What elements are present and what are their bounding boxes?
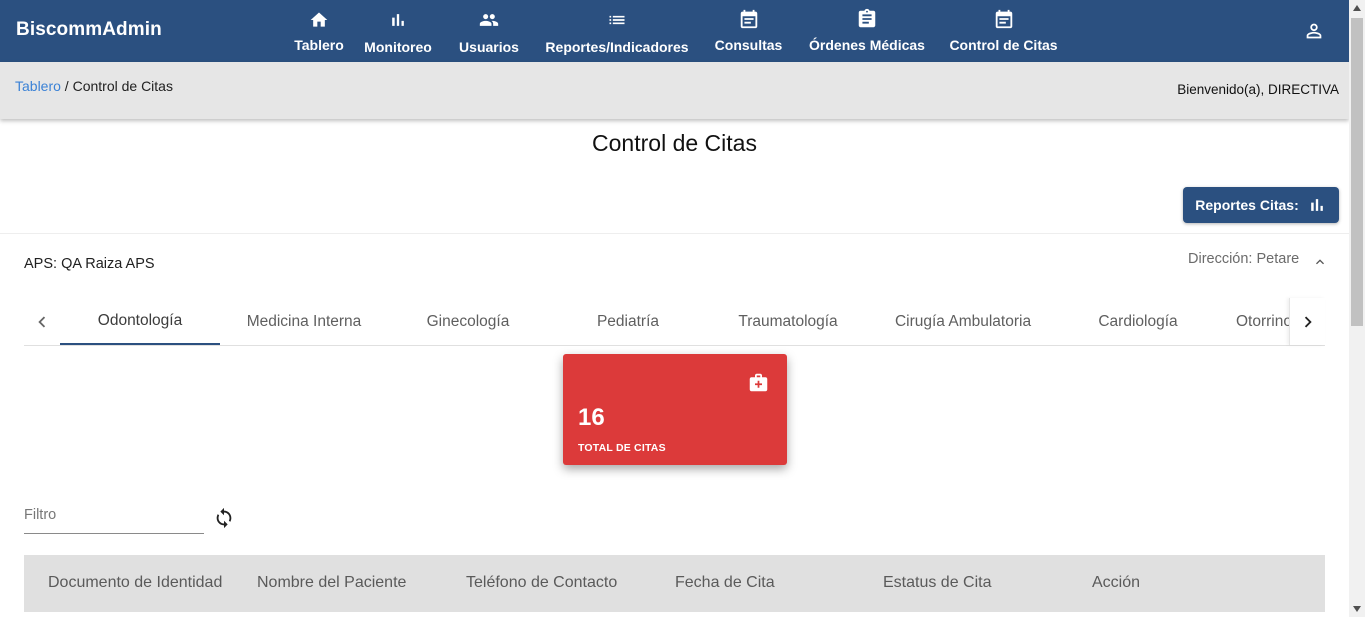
tabs-scroll-right-button[interactable] (1289, 298, 1325, 345)
tab-cardiologia[interactable]: Cardiología (1058, 298, 1218, 345)
calendar-icon (738, 0, 760, 30)
breadcrumb: Tablero / Control de Citas (15, 78, 173, 94)
calendar-icon (993, 0, 1015, 30)
tab-ginecologia[interactable]: Ginecología (388, 298, 548, 345)
section-divider (0, 233, 1349, 234)
bar-chart-icon (388, 0, 408, 30)
tab-medicina-interna[interactable]: Medicina Interna (220, 298, 388, 345)
tab-otorrinolaringologia[interactable]: Otorrinolaringología (1218, 298, 1289, 345)
welcome-text: Bienvenido(a), DIRECTIVA (1177, 82, 1339, 97)
nav-item-control-de-citas[interactable]: Control de Citas (949, 0, 1058, 62)
total-citas-card: 16 TOTAL DE CITAS (563, 354, 787, 465)
tab-traumatologia[interactable]: Traumatología (708, 298, 868, 345)
specialty-tabs: Odontología Medicina Interna Ginecología… (24, 298, 1325, 346)
nav-label: Tablero (294, 37, 344, 53)
nav-item-reportes[interactable]: Reportes/Indicadores (545, 0, 689, 62)
nav-label: Consultas (714, 37, 783, 53)
list-icon (607, 0, 627, 30)
nav-item-tablero[interactable]: Tablero (294, 0, 344, 62)
refresh-icon[interactable] (213, 507, 235, 529)
nav-label: Órdenes Médicas (809, 37, 925, 53)
tabs-viewport: Odontología Medicina Interna Ginecología… (60, 298, 1289, 345)
scroll-up-arrow-icon[interactable] (1349, 0, 1365, 16)
top-navbar: BiscommAdmin Tablero Monitoreo Usuarios … (0, 0, 1349, 62)
app-title[interactable]: BiscommAdmin (16, 19, 162, 41)
nav-item-ordenes-medicas[interactable]: Órdenes Médicas (809, 0, 925, 62)
person-icon[interactable] (1303, 20, 1325, 42)
chevron-left-icon (31, 311, 53, 333)
nav-label: Reportes/Indicadores (545, 39, 689, 55)
breadcrumb-separator: / (60, 78, 73, 94)
chevron-up-icon[interactable] (1312, 254, 1328, 270)
total-citas-value: 16 (578, 404, 605, 431)
column-header-documento[interactable]: Documento de Identidad (48, 574, 222, 592)
nav-label: Control de Citas (949, 37, 1058, 53)
scrollbar-thumb[interactable] (1351, 18, 1363, 326)
nav-item-consultas[interactable]: Consultas (714, 0, 783, 62)
tab-odontologia[interactable]: Odontología (60, 298, 220, 345)
total-citas-label: TOTAL DE CITAS (578, 442, 666, 454)
nav-label: Usuarios (459, 39, 519, 55)
chevron-right-icon (1297, 311, 1319, 333)
people-icon (477, 0, 501, 30)
column-header-telefono[interactable]: Teléfono de Contacto (466, 574, 617, 592)
page-scrollbar[interactable] (1349, 0, 1365, 617)
button-label: Reportes Citas: (1195, 197, 1299, 213)
scroll-down-arrow-icon[interactable] (1349, 601, 1365, 617)
clipboard-icon (856, 0, 878, 30)
column-header-nombre[interactable]: Nombre del Paciente (257, 574, 406, 592)
medical-kit-icon (748, 372, 769, 393)
bar-chart-icon (1307, 195, 1327, 215)
tab-cirugia-ambulatoria[interactable]: Cirugía Ambulatoria (868, 298, 1058, 345)
reportes-citas-button[interactable]: Reportes Citas: (1183, 187, 1339, 223)
direccion-label: Dirección: Petare (1188, 251, 1300, 267)
nav-label: Monitoreo (364, 39, 432, 55)
aps-label: APS: QA Raiza APS (24, 256, 155, 272)
page: BiscommAdmin Tablero Monitoreo Usuarios … (0, 0, 1365, 617)
filter-field (24, 503, 204, 534)
tabs-scroll-left-button[interactable] (24, 298, 60, 345)
column-header-estatus[interactable]: Estatus de Cita (883, 574, 992, 592)
home-icon (309, 0, 329, 30)
column-header-accion: Acción (1092, 574, 1141, 591)
nav-item-monitoreo[interactable]: Monitoreo (364, 0, 432, 62)
breadcrumb-link-tablero[interactable]: Tablero (15, 78, 61, 94)
filter-input[interactable] (24, 503, 204, 527)
citas-table-header: Documento de Identidad Nombre del Pacien… (24, 555, 1325, 612)
tab-pediatria[interactable]: Pediatría (548, 298, 708, 345)
breadcrumb-bar: Tablero / Control de Citas Bienvenido(a)… (0, 62, 1349, 119)
column-header-fecha[interactable]: Fecha de Cita (675, 574, 775, 592)
nav-item-usuarios[interactable]: Usuarios (459, 0, 519, 62)
breadcrumb-current: Control de Citas (72, 78, 173, 94)
page-title: Control de Citas (592, 130, 757, 156)
